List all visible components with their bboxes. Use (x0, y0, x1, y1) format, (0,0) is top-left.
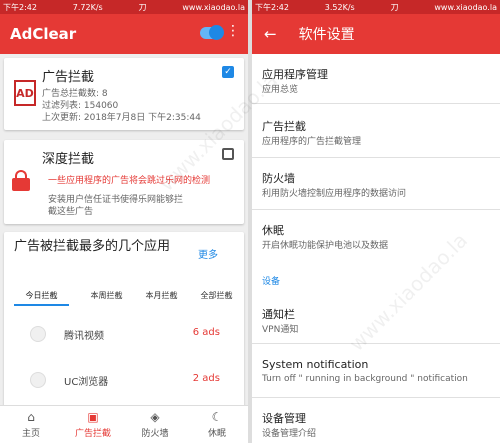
setting-title: 防火墙 (262, 172, 295, 185)
app-bar: AdClear ⋮ (0, 14, 248, 54)
range-tabs: 今日拦截 本周拦截 本月拦截 全部拦截 (4, 286, 244, 306)
more-link[interactable]: 更多 (198, 246, 218, 261)
setting-sub: VPN通知 (262, 325, 299, 335)
last-update: 上次更新: 2018年7月8日 下午2:35:44 (42, 113, 201, 123)
top-apps-card: 广告被拦截最多的几个应用 更多 今日拦截 本周拦截 本月拦截 全部拦截 腾讯视频… (4, 232, 244, 422)
deep-block-warning: 一些应用程序的广告将会跳过乐网的检测 (48, 176, 211, 186)
nav-label: 主页 (21, 429, 40, 439)
ad-block-title: 广告拦截 (42, 70, 95, 85)
deep-block-title: 深度拦截 (42, 152, 95, 167)
setting-app-management[interactable]: 应用程序管理 应用总览 (252, 54, 500, 104)
tencent-video-icon (30, 326, 46, 342)
top-apps-title: 广告被拦截最多的几个应用 (14, 239, 171, 254)
setting-title: 休眠 (262, 224, 284, 237)
tab-month[interactable]: 本月拦截 (134, 286, 189, 306)
nav-label: 防火墙 (141, 429, 169, 439)
section-header-device: 设备 (262, 277, 281, 287)
ad-block-icon: AD (14, 80, 36, 106)
right-screen: 下午2:42 3.52K/s 刀 www.xiaodao.la ← 软件设置 应… (252, 0, 500, 443)
list-item[interactable]: 腾讯视频 6 ads (4, 322, 244, 346)
master-toggle[interactable] (200, 25, 224, 40)
setting-title: 通知栏 (262, 308, 295, 321)
status-extra: 刀 (390, 2, 399, 12)
setting-sub: 应用总览 (262, 85, 299, 95)
status-bar: 下午2:42 7.72K/s 刀 www.xiaodao.la (0, 0, 248, 14)
nav-firewall[interactable]: ◈ 防火墙 (124, 406, 186, 443)
more-vert-icon[interactable]: ⋮ (226, 24, 240, 38)
nav-home[interactable]: ⌂ 主页 (0, 406, 62, 443)
app-count: 6 ads (192, 327, 220, 338)
nav-label: 休眠 (207, 429, 226, 439)
ad-icon: ▣ (87, 410, 99, 424)
status-time: 下午2:42 (3, 2, 37, 12)
settings-app-bar: ← 软件设置 (252, 14, 500, 54)
setting-sub: 利用防火墙控制应用程序的数据访问 (262, 189, 407, 199)
status-time: 下午2:42 (255, 2, 289, 12)
toggle-knob (209, 25, 224, 40)
setting-sub: 应用程序的广告拦截管理 (262, 137, 362, 147)
setting-device-management[interactable]: 设备管理 设备管理介绍 (252, 398, 500, 443)
setting-system-notification[interactable]: System notification Turn off " running i… (252, 346, 500, 398)
setting-sub: Turn off " running in background " notif… (262, 374, 468, 384)
setting-title: 应用程序管理 (262, 68, 328, 81)
app-count: 2 ads (192, 373, 220, 384)
bottom-nav: ⌂ 主页 ▣ 广告拦截 ◈ 防火墙 ☾ 休眠 (0, 405, 248, 443)
ad-block-checkbox[interactable]: ✓ (222, 66, 234, 78)
tab-week[interactable]: 本周拦截 (79, 286, 134, 306)
status-net: 7.72K/s (72, 2, 103, 12)
setting-notification-bar[interactable]: 通知栏 VPN通知 (252, 294, 500, 344)
list-item[interactable]: UC浏览器 2 ads (4, 368, 244, 392)
status-bar: 下午2:42 3.52K/s 刀 www.xiaodao.la (252, 0, 500, 14)
status-extra: 刀 (138, 2, 147, 12)
app-name: UC浏览器 (64, 377, 109, 388)
status-url: www.xiaodao.la (434, 2, 497, 12)
setting-firewall[interactable]: 防火墙 利用防火墙控制应用程序的数据访问 (252, 158, 500, 210)
moon-icon: ☾ (211, 410, 223, 424)
left-screen: 下午2:42 7.72K/s 刀 www.xiaodao.la AdClear … (0, 0, 248, 443)
ad-block-card[interactable]: AD 广告拦截 ✓ 广告总拦截数: 8 过滤列表: 154060 上次更新: 2… (4, 58, 244, 130)
tab-all[interactable]: 全部拦截 (189, 286, 244, 306)
settings-title: 软件设置 (298, 27, 355, 43)
nav-adblock[interactable]: ▣ 广告拦截 (62, 406, 124, 443)
shield-icon: ◈ (150, 410, 160, 424)
deep-block-card[interactable]: 深度拦截 一些应用程序的广告将会跳过乐网的检测 安装用户信任证书使得乐网能够拦 … (4, 140, 244, 224)
deep-block-checkbox[interactable] (222, 148, 234, 160)
app-title: AdClear (10, 25, 77, 43)
app-name: 腾讯视频 (64, 331, 104, 342)
lock-icon (12, 170, 30, 191)
setting-title: 设备管理 (262, 412, 306, 425)
setting-sub: 开启休眠功能保护电池以及数据 (262, 241, 389, 251)
setting-sub: 设备管理介绍 (262, 429, 317, 439)
status-url: www.xiaodao.la (182, 2, 245, 12)
nav-sleep[interactable]: ☾ 休眠 (186, 406, 248, 443)
setting-ad-block[interactable]: 广告拦截 应用程序的广告拦截管理 (252, 106, 500, 158)
setting-sleep[interactable]: 休眠 开启休眠功能保护电池以及数据 (252, 210, 500, 260)
home-icon: ⌂ (27, 410, 35, 424)
status-net: 3.52K/s (324, 2, 355, 12)
setting-title: System notification (262, 358, 369, 371)
uc-browser-icon (30, 372, 46, 388)
tab-today[interactable]: 今日拦截 (14, 286, 69, 306)
setting-title: 广告拦截 (262, 120, 306, 133)
back-arrow-icon[interactable]: ← (264, 25, 277, 43)
deep-block-desc-2: 截这些广告 (48, 207, 94, 217)
nav-label: 广告拦截 (74, 429, 111, 439)
